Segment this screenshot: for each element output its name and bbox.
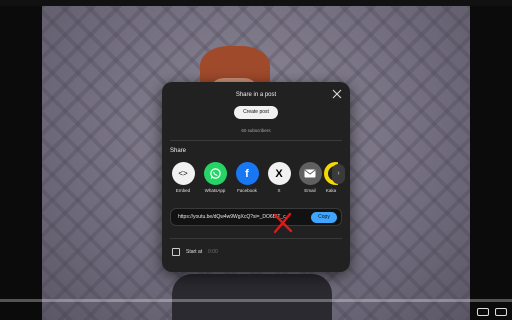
share-option-label: WhatsApp <box>204 188 226 193</box>
video-subject-body <box>172 274 332 320</box>
start-at-label: Start at <box>186 249 203 255</box>
divider <box>170 238 342 239</box>
dialog-title: Share in a post <box>235 92 277 98</box>
share-option-label: X <box>277 188 281 193</box>
share-dialog: Share in a post Create post 60 subscribe… <box>162 82 350 272</box>
share-option-label: Embed <box>175 188 191 193</box>
email-icon <box>298 162 322 185</box>
create-post-button[interactable]: Create post <box>234 106 278 119</box>
share-option-x[interactable]: X X <box>266 162 292 193</box>
copy-button[interactable]: Copy <box>311 212 337 223</box>
share-heading: Share <box>170 148 187 154</box>
x-icon: X <box>267 162 291 185</box>
chevron-right-icon[interactable]: › <box>332 164 345 184</box>
facebook-icon: f <box>235 162 259 185</box>
embed-icon: <> <box>171 162 195 185</box>
share-option-label: Email <box>304 188 316 193</box>
red-x-annotation-icon <box>273 212 293 234</box>
share-option-label: Kaka <box>325 188 337 193</box>
fullscreen-icon[interactable] <box>495 308 507 316</box>
share-option-label: Facebook <box>237 188 257 193</box>
whatsapp-icon <box>203 162 227 185</box>
progress-bar[interactable] <box>0 299 512 302</box>
share-option-facebook[interactable]: f Facebook <box>234 162 260 193</box>
share-url-field[interactable]: https://youtu.be/dQw4w9WgXcQ?si=_DO6BIT_… <box>170 208 342 226</box>
divider <box>170 140 342 141</box>
subscriber-count: 60 subscribers <box>241 128 271 133</box>
start-at-time: 0:00 <box>208 249 218 255</box>
share-option-email[interactable]: Email <box>297 162 323 193</box>
close-icon[interactable] <box>332 89 342 99</box>
share-option-embed[interactable]: <> Embed <box>170 162 196 193</box>
share-option-whatsapp[interactable]: WhatsApp <box>202 162 228 193</box>
subtitles-icon[interactable] <box>477 308 489 316</box>
start-at-checkbox[interactable] <box>172 248 180 256</box>
